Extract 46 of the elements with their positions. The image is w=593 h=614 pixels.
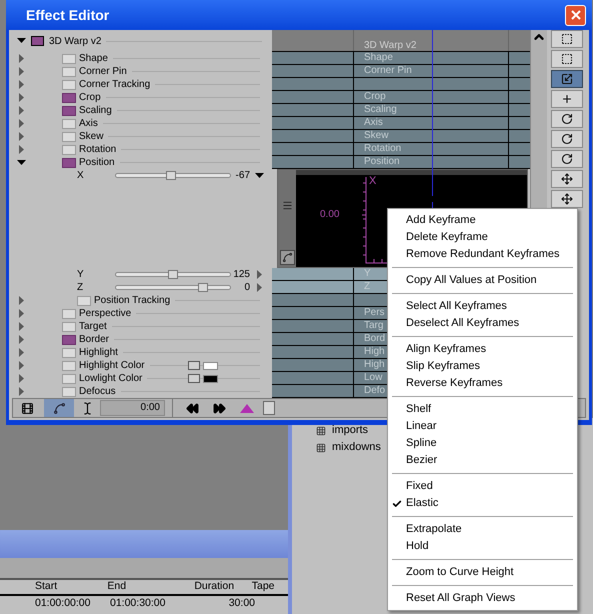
track-label: Axis [364, 117, 383, 129]
track-label: High [364, 359, 385, 371]
parameter-label: Position [79, 156, 115, 169]
track-label: Scaling [364, 104, 397, 116]
axis-label: X [369, 174, 376, 189]
track-label: Crop [364, 91, 386, 103]
parameter-label: Highlight [79, 346, 118, 359]
track-label: Position [364, 156, 400, 168]
parameter-value: 125 [233, 268, 250, 281]
parameter-label: Skew [79, 130, 104, 143]
axis-value-label: 0.00 [320, 208, 340, 222]
track-label: 3D Warp v2 [364, 40, 416, 51]
window-title: Effect Editor [26, 6, 110, 24]
parameter-label: Border [79, 333, 110, 346]
parameter-value: 0 [244, 281, 250, 294]
parameter-label: Rotation [79, 143, 116, 156]
parameter-label: Perspective [79, 307, 132, 320]
track-label: Skew [364, 130, 388, 142]
parameter-label: Z [77, 281, 84, 294]
parameter-label: Y [77, 268, 84, 281]
parameter-label: Crop [79, 91, 101, 104]
table-cell-text: 01:00:00:00 [35, 596, 92, 612]
track-label: Defo [364, 385, 386, 397]
parameter-label: Axis [79, 117, 98, 130]
parameter-label: Target [79, 320, 107, 333]
parameter-label: Corner Pin [79, 65, 127, 78]
track-label: Rotation [364, 143, 402, 155]
table-cell-text: 30:00 [228, 596, 255, 612]
parameter-label: X [77, 169, 84, 182]
parameter-label: Defocus [79, 385, 116, 398]
track-label: Pers [364, 307, 385, 319]
parameter-value: -67 [236, 169, 250, 182]
track-label: Corner Pin [364, 65, 412, 77]
effect-name: 3D Warp v2 [49, 34, 102, 48]
track-label: Shape [364, 52, 393, 64]
table-cell-text: 01:00:30:00 [110, 596, 166, 612]
parameter-label: Corner Tracking [79, 78, 150, 91]
parameter-label: Position Tracking [94, 294, 170, 307]
parameter-label: Scaling [79, 104, 112, 117]
track-label: High [364, 346, 385, 358]
parameter-label: Highlight Color [79, 359, 145, 372]
track-label: Bord [364, 333, 386, 345]
parameter-label: Shape [79, 52, 108, 65]
track-label: Targ [364, 320, 384, 332]
track-label: Low [364, 372, 382, 384]
parameter-label: Lowlight Color [79, 372, 142, 385]
